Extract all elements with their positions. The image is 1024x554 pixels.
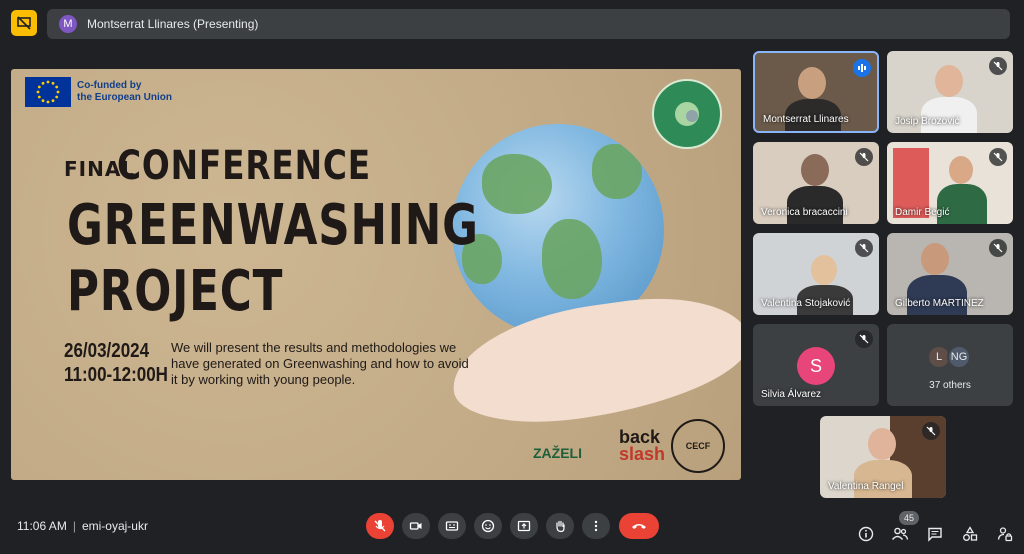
cecf-logo: CECF [671, 419, 725, 473]
participant-tile[interactable]: Montserrat Llinares [753, 51, 879, 133]
reactions-button[interactable] [474, 513, 502, 539]
raise-hand-button[interactable] [546, 513, 574, 539]
participant-tile[interactable]: Josip Brozović [887, 51, 1013, 133]
slide-title-project: PROJECT [67, 259, 284, 324]
participant-name: Veronica bracaccini [761, 207, 848, 218]
eu-funding-text: Co-funded by the European Union [77, 80, 172, 103]
others-count-label: 37 others [929, 380, 971, 391]
host-controls-button[interactable] [995, 524, 1015, 544]
meeting-code: emi-oyaj-ukr [81, 519, 148, 533]
meeting-info: 11:06 AM | emi-oyaj-ukr [17, 519, 148, 533]
self-view-tile[interactable]: Valentina Rangel [820, 416, 946, 498]
others-tile[interactable]: L NG 37 others [887, 324, 1013, 406]
mic-off-icon [922, 422, 940, 440]
zazeli-logo: ZAŽELI [533, 445, 582, 461]
lock-person-icon [997, 527, 1013, 542]
people-icon [891, 527, 909, 540]
present-to-all-icon [517, 520, 531, 532]
slide-title-greenwashing: GREENWASHING [67, 193, 479, 258]
call-end-icon [632, 524, 646, 529]
more-vert-icon [594, 520, 598, 532]
mic-off-icon [855, 330, 873, 348]
participant-name: Montserrat Llinares [763, 114, 849, 125]
mic-off-icon [374, 520, 386, 532]
presenter-chip[interactable]: M Montserrat Llinares (Presenting) [47, 9, 1010, 39]
eu-flag-icon [25, 77, 71, 107]
speaking-indicator-icon [853, 59, 871, 77]
participant-tile[interactable]: Damir Begić [887, 142, 1013, 224]
meeting-details-button[interactable] [856, 524, 876, 544]
participant-tile[interactable]: Veronica bracaccini [753, 142, 879, 224]
videocam-icon [409, 522, 422, 530]
participant-name: Damir Begić [895, 207, 950, 218]
captions-button[interactable] [438, 513, 466, 539]
closed-captions-icon [445, 521, 459, 531]
shared-presentation: Co-funded by the European Union FINAL CO… [11, 69, 741, 480]
presenter-label: Montserrat Llinares (Presenting) [87, 17, 259, 31]
participant-tile[interactable]: Gilberto MARTINEZ [887, 233, 1013, 315]
participant-name: Silvia Álvarez [761, 389, 822, 400]
clock-time: 11:06 AM [17, 519, 67, 533]
more-options-button[interactable] [582, 513, 610, 539]
mic-off-icon [989, 239, 1007, 257]
leave-call-button[interactable] [619, 513, 659, 539]
chat-button[interactable] [925, 524, 945, 544]
camera-toggle-button[interactable] [402, 513, 430, 539]
participant-tile[interactable]: Valentina Stojaković [753, 233, 879, 315]
people-count-badge: 45 [899, 511, 920, 525]
backslash-logo: back slash [619, 427, 666, 464]
participant-avatar: S [797, 347, 835, 385]
chat-icon [928, 527, 942, 542]
participant-name: Valentina Stojaković [761, 298, 851, 309]
presenter-avatar: M [59, 15, 77, 33]
emoji-icon [481, 519, 495, 533]
slide-title-conference: CONFERENCE [117, 143, 372, 189]
mic-toggle-button[interactable] [366, 513, 394, 539]
people-button[interactable] [890, 524, 910, 544]
presentation-hide-button[interactable] [11, 10, 37, 36]
others-avatars: L NG [927, 345, 971, 369]
slide-description: We will present the results and methodol… [171, 340, 469, 387]
mic-off-icon [855, 239, 873, 257]
greenwashing-badge-icon [652, 79, 722, 149]
present-now-button[interactable] [510, 513, 538, 539]
slide-date: 26/03/2024 11:00-12:00H [64, 340, 168, 386]
mic-off-icon [989, 148, 1007, 166]
mic-off-icon [855, 148, 873, 166]
present-off-icon [17, 16, 31, 30]
participant-name: Josip Brozović [895, 116, 960, 127]
participant-tile[interactable]: S Silvia Álvarez [753, 324, 879, 406]
activities-button[interactable] [960, 524, 980, 544]
mic-off-icon [989, 57, 1007, 75]
info-icon [858, 526, 874, 542]
participant-name: Valentina Rangel [828, 481, 904, 492]
participant-name: Gilberto MARTINEZ [895, 298, 984, 309]
shapes-icon [963, 526, 978, 541]
hand-icon [556, 520, 565, 533]
